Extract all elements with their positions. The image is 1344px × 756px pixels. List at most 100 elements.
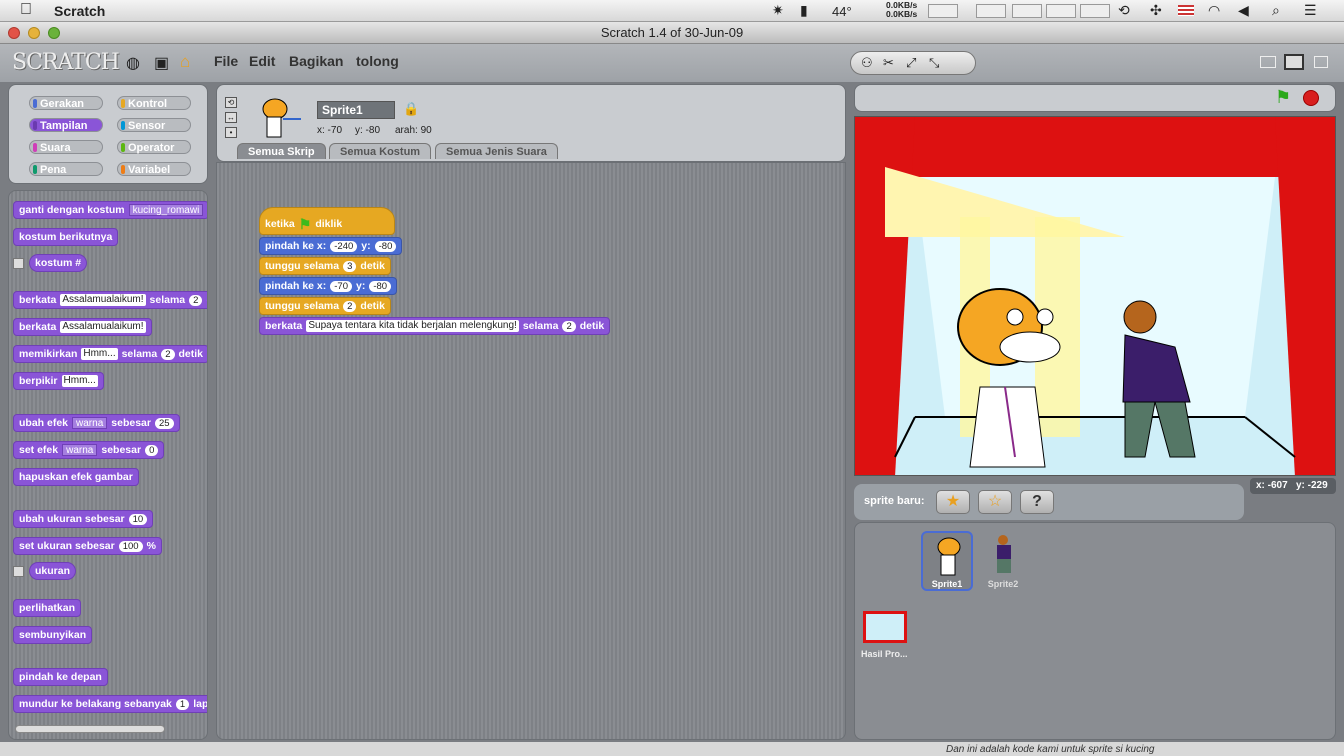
block-wait-2[interactable]: tunggu selama 2 detik xyxy=(259,297,391,315)
apple-icon[interactable]:  xyxy=(20,1,32,19)
block-size[interactable]: ukuran xyxy=(29,562,77,580)
block-go-to-xy[interactable]: pindah ke x: -240 y: -80 xyxy=(259,237,403,255)
no-rotate-icon[interactable]: • xyxy=(225,127,237,138)
block-palette: ganti dengan kostum kucing_romawi kostum … xyxy=(8,190,208,740)
block-wait[interactable]: tunggu selama 3 detik xyxy=(259,257,391,275)
lock-icon[interactable]: 🔒 xyxy=(403,101,419,117)
sprite-thumbnail xyxy=(262,98,301,138)
stage[interactable] xyxy=(854,116,1336,476)
delete-icon[interactable]: ✂ xyxy=(883,55,894,71)
edit-tools: ⚇ ✂ ⤢ ⤡ xyxy=(850,51,976,75)
block-say-for[interactable]: berkataAssalamualaikum!selama2d xyxy=(13,291,207,309)
block-hide[interactable]: sembunyikan xyxy=(13,626,93,644)
block-change-effect[interactable]: ubah efek warna sebesar 25 xyxy=(13,414,180,432)
category-sensing[interactable]: Sensor xyxy=(117,118,191,132)
bookmark-icon[interactable]: ▮ xyxy=(800,2,808,19)
window-title: Scratch 1.4 of 30-Jun-09 xyxy=(600,25,744,40)
category-operators[interactable]: Operator xyxy=(117,140,191,154)
network-monitor: 0.0KB/s 0.0KB/s xyxy=(886,0,918,19)
save-icon[interactable]: ▣ xyxy=(154,53,169,73)
sprite-name-field[interactable]: Sprite1 xyxy=(317,101,395,119)
app-name[interactable]: Scratch xyxy=(54,3,105,19)
search-icon[interactable]: ⌕ xyxy=(1272,2,1280,19)
new-sprite-bar: sprite baru: ★ ☆ ? xyxy=(854,484,1244,520)
checkbox-costume-num[interactable] xyxy=(13,258,24,269)
grow-icon[interactable]: ⤢ xyxy=(906,55,916,71)
block-go-to-xy-2[interactable]: pindah ke x: -70 y: -80 xyxy=(259,277,398,295)
menu-share[interactable]: Bagikan xyxy=(289,53,343,69)
random-sprite-button[interactable]: ? xyxy=(1020,490,1054,514)
block-go-front[interactable]: pindah ke depan xyxy=(13,668,108,686)
menu-bar:  Scratch ✷ ▮ 44° 0.0KB/s0.0KB/s ⟲ ✣ ◠ ◀… xyxy=(0,0,1344,22)
menu-file[interactable]: File xyxy=(214,53,238,69)
flag-icon[interactable] xyxy=(1178,5,1194,16)
block-next-costume[interactable]: kostum berikutnya xyxy=(13,228,119,246)
scratch-logo: SCRATCH xyxy=(12,50,120,75)
block-clear-effects[interactable]: hapuskan efek gambar xyxy=(13,468,139,486)
block-set-size[interactable]: set ukuran sebesar 100% xyxy=(13,537,162,555)
category-control[interactable]: Kontrol xyxy=(117,96,191,110)
new-sprite-label: sprite baru: xyxy=(864,495,925,507)
wifi-icon[interactable]: ◠ xyxy=(1208,2,1220,19)
block-when-flag-clicked[interactable]: ketika ⚑ diklik xyxy=(259,207,395,235)
share-icon[interactable]: ⌂ xyxy=(180,52,190,72)
category-motion[interactable]: Gerakan xyxy=(29,96,103,110)
tab-costumes[interactable]: Semua Kostum xyxy=(329,143,432,159)
tab-scripts[interactable]: Semua Skrip xyxy=(237,143,326,159)
category-looks[interactable]: Tampilan xyxy=(29,118,103,132)
checkbox-size[interactable] xyxy=(13,566,24,577)
shrink-icon[interactable]: ⤡ xyxy=(929,55,939,71)
volume-icon[interactable]: ◀ xyxy=(1238,2,1249,19)
block-set-effect[interactable]: set efek warna sebesar 0 xyxy=(13,441,165,459)
block-think-for[interactable]: memikirkan Hmm... selama 2 detik xyxy=(13,345,207,363)
list-icon[interactable]: ☰ xyxy=(1304,2,1317,19)
choose-sprite-button[interactable]: ☆ xyxy=(978,490,1012,514)
sprite-direction: arah: 90 xyxy=(395,125,432,136)
sprite1-thumbnail xyxy=(937,537,961,576)
globe-icon[interactable]: ◍ xyxy=(126,53,140,73)
block-switch-costume[interactable]: ganti dengan kostum kucing_romawi xyxy=(13,201,207,219)
block-go-back[interactable]: mundur ke belakang sebanyak1lapis xyxy=(13,695,207,713)
block-say[interactable]: berkata Assalamualaikum! xyxy=(13,318,152,336)
flip-style-icon[interactable]: ↔ xyxy=(225,112,237,123)
block-change-size[interactable]: ubah ukuran sebesar 10 xyxy=(13,510,154,528)
sprite1-tile[interactable]: Sprite1 xyxy=(921,531,973,591)
menu-help[interactable]: tolong xyxy=(356,53,399,69)
small-stage-icon[interactable] xyxy=(1260,56,1276,68)
window-titlebar: Scratch 1.4 of 30-Jun-09 xyxy=(0,22,1344,44)
palette-scrollbar[interactable] xyxy=(15,725,165,733)
sprite-x: x: -70 xyxy=(317,125,343,136)
normal-stage-icon[interactable] xyxy=(1284,54,1304,70)
sprite-list: Sprite1 Sprite2 Hasil Pro... xyxy=(854,522,1336,740)
green-flag-icon: ⚑ xyxy=(298,216,312,232)
tab-sounds[interactable]: Semua Jenis Suara xyxy=(435,143,558,159)
script-area: ketika ⚑ diklik pindah ke x: -240 y: -80 tung… xyxy=(216,162,846,740)
category-pen[interactable]: Pena xyxy=(29,162,103,176)
stop-button[interactable] xyxy=(1303,90,1319,106)
category-variables[interactable]: Variabel xyxy=(117,162,191,176)
bluetooth-icon[interactable]: ✣ xyxy=(1150,2,1162,19)
stage-tile[interactable]: Hasil Pro... xyxy=(861,611,909,661)
bottom-strip: Dan ini adalah kode kami untuk sprite si… xyxy=(0,742,1344,756)
fan-icon[interactable]: ✷ xyxy=(772,2,784,19)
temperature: 44° xyxy=(832,4,852,19)
block-think[interactable]: berpikir Hmm... xyxy=(13,372,104,390)
block-costume-num[interactable]: kostum # xyxy=(29,254,88,272)
presentation-icon[interactable] xyxy=(1314,56,1328,68)
mouse-readout: x: -607 y: -229 xyxy=(1250,478,1336,494)
rotate-style-icon[interactable]: ⟲ xyxy=(225,97,237,108)
duplicate-icon[interactable]: ⚇ xyxy=(861,55,873,71)
menu-edit[interactable]: Edit xyxy=(249,53,275,69)
sprite2-tile[interactable]: Sprite2 xyxy=(977,531,1029,591)
sprite2-thumbnail xyxy=(997,535,1011,573)
stage-thumbnail xyxy=(863,611,907,643)
meter-1 xyxy=(976,4,1006,18)
block-show[interactable]: perlihatkan xyxy=(13,599,82,617)
block-say-for-seconds[interactable]: berkata Supaya tentara kita tidak berjala… xyxy=(259,317,611,335)
cpu-meter xyxy=(928,4,958,18)
time-machine-icon[interactable]: ⟲ xyxy=(1118,2,1130,19)
green-flag-button[interactable]: ⚑ xyxy=(1275,87,1291,108)
caption-text: Dan ini adalah kode kami untuk sprite si… xyxy=(946,744,1155,755)
paint-sprite-button[interactable]: ★ xyxy=(936,490,970,514)
category-sound[interactable]: Suara xyxy=(29,140,103,154)
